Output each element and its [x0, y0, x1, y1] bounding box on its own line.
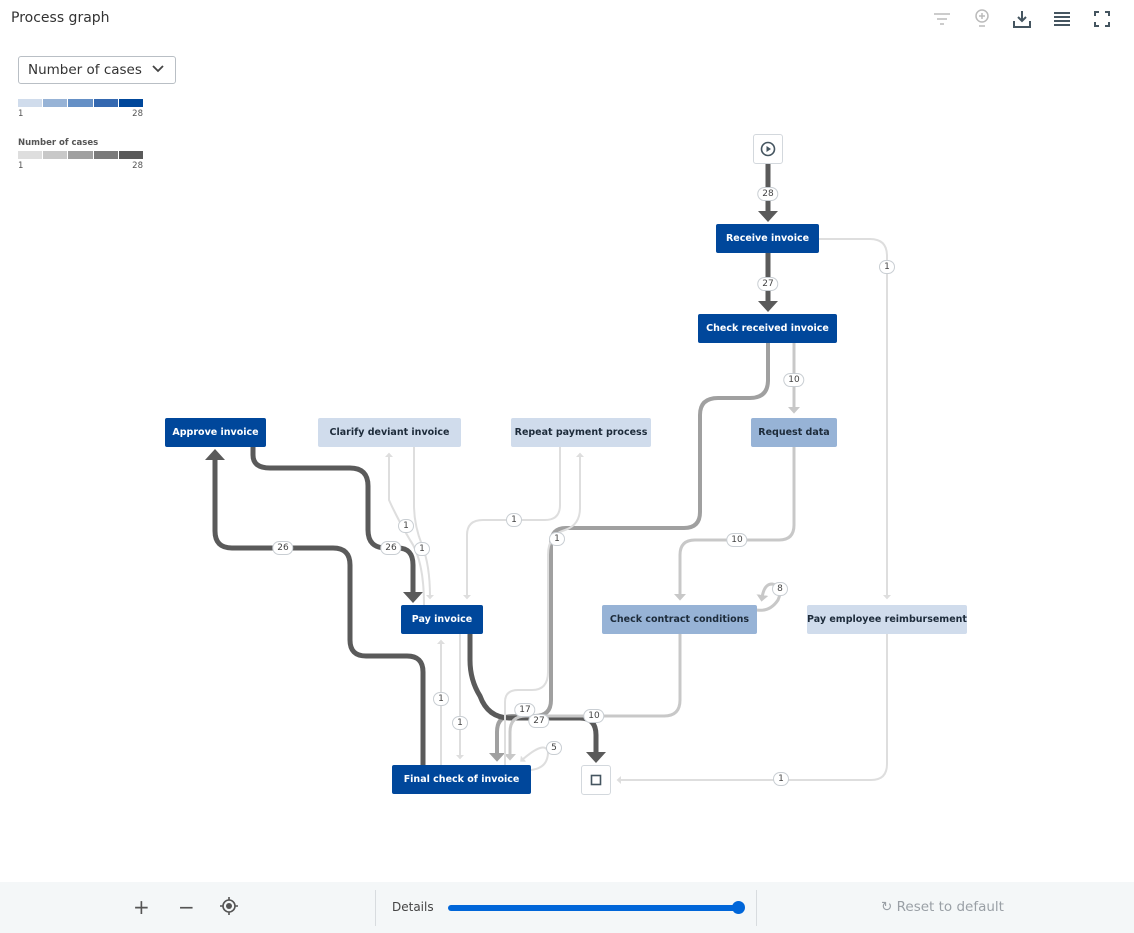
zoom-in-button[interactable]: + — [133, 896, 150, 918]
divider — [375, 890, 376, 926]
graph-controls: + − Details ↻ Reset to default — [0, 882, 1134, 933]
edge-count-label: 1 — [773, 772, 789, 786]
slider-handle[interactable] — [732, 901, 745, 914]
activity-node-contract[interactable]: Check contract conditions — [602, 605, 757, 634]
edge-count-label: 10 — [583, 709, 605, 723]
edge-count-label: 8 — [772, 582, 788, 596]
activity-node-clarify[interactable]: Clarify deviant invoice — [318, 418, 461, 447]
activity-node-request[interactable]: Request data — [751, 418, 837, 447]
edge-count-label: 27 — [757, 277, 779, 291]
edge-count-label: 1 — [879, 260, 895, 274]
activity-node-pay[interactable]: Pay invoice — [401, 605, 483, 634]
edge-count-label: 1 — [452, 716, 468, 730]
edge-count-label: 1 — [414, 542, 430, 556]
edge-final-to-approve[interactable] — [205, 449, 426, 765]
edge-count-label: 26 — [380, 541, 402, 555]
activity-node-final[interactable]: Final check of invoice — [392, 765, 531, 794]
reset-label: Reset to default — [896, 899, 1004, 915]
edge-count-label: 1 — [398, 519, 414, 533]
edge-count-label: 26 — [272, 541, 294, 555]
edge-count-label: 5 — [546, 741, 562, 755]
recenter-icon[interactable] — [220, 897, 238, 919]
edge-count-label: 28 — [757, 187, 779, 201]
start-node[interactable] — [753, 134, 783, 164]
end-node[interactable] — [581, 765, 611, 795]
edge-count-label: 27 — [528, 714, 550, 728]
edge-reimburse-to-end[interactable] — [616, 634, 888, 784]
activity-node-check-received[interactable]: Check received invoice — [698, 314, 837, 343]
edge-pay-to-end[interactable] — [467, 634, 606, 763]
edge-count-label: 10 — [726, 533, 748, 547]
activity-node-reimburse[interactable]: Pay employee reimbursement — [807, 605, 967, 634]
edge-check_received-to-final[interactable] — [489, 343, 770, 762]
divider — [756, 890, 757, 926]
edge-count-label: 1 — [506, 513, 522, 527]
stop-icon — [590, 774, 602, 786]
details-slider[interactable] — [448, 901, 745, 914]
play-icon — [760, 141, 776, 157]
refresh-icon: ↻ — [881, 899, 897, 915]
details-label: Details — [392, 900, 434, 914]
activity-node-repeat[interactable]: Repeat payment process — [511, 418, 651, 447]
activity-node-approve[interactable]: Approve invoice — [165, 418, 266, 447]
edge-count-label: 10 — [783, 373, 805, 387]
edge-count-label: 1 — [549, 532, 565, 546]
activity-node-receive[interactable]: Receive invoice — [716, 224, 819, 253]
reset-button[interactable]: ↻ Reset to default — [881, 899, 1004, 915]
edge-count-label: 1 — [433, 692, 449, 706]
zoom-out-button[interactable]: − — [178, 896, 195, 918]
